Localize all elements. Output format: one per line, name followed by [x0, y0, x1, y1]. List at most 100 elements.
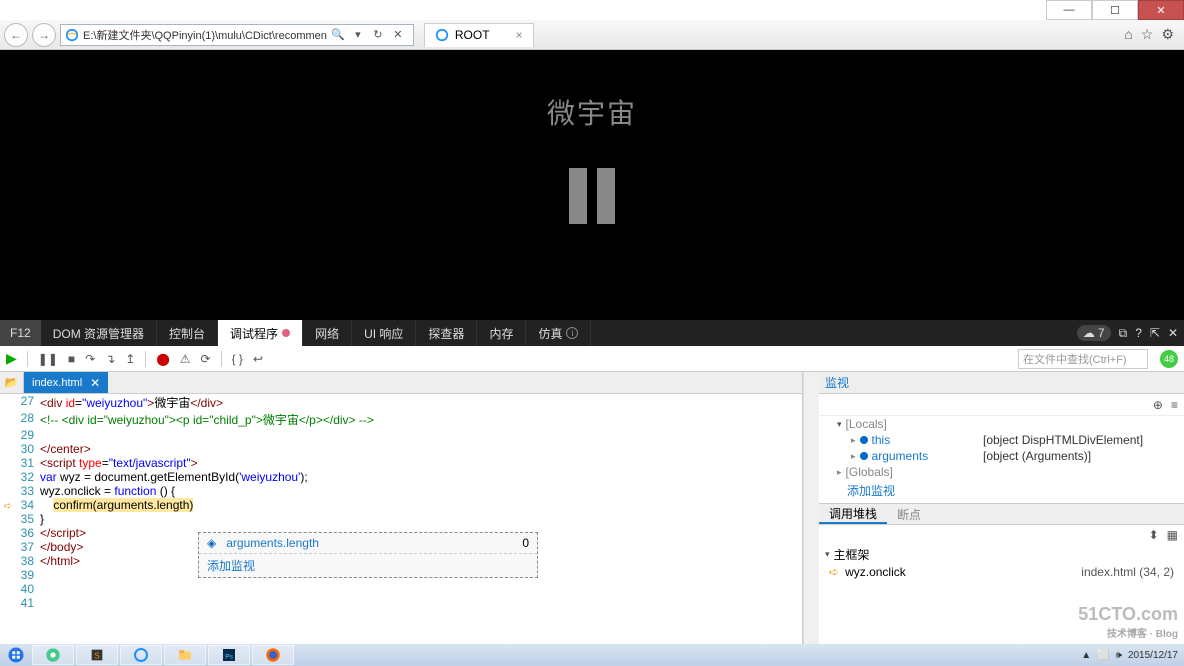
- code-line[interactable]: 27<div id="weiyuzhou">微宇宙</div>: [0, 394, 802, 411]
- system-tray[interactable]: ▲ ⬜ 🕪 2015/12/17: [1081, 650, 1182, 661]
- tray-icon[interactable]: 🕪: [1116, 650, 1122, 661]
- help-icon[interactable]: ?: [1135, 326, 1142, 340]
- refresh-debugger-button[interactable]: ⟳: [201, 352, 211, 366]
- watch-name-arguments[interactable]: arguments: [872, 449, 929, 463]
- notification-pill[interactable]: ☁ 7: [1077, 325, 1111, 341]
- tab-emulation[interactable]: 仿真i: [526, 320, 591, 346]
- step-over-button[interactable]: ↷: [85, 352, 95, 366]
- breakpoint-gutter[interactable]: [0, 582, 16, 596]
- breakpoint-gutter[interactable]: [0, 526, 16, 540]
- expand-icon[interactable]: ▸: [837, 467, 842, 478]
- maximize-button[interactable]: ☐: [1092, 0, 1138, 20]
- code-line[interactable]: 28<!-- <div id="weiyuzhou"><p id="child_…: [0, 411, 802, 428]
- tray-icon[interactable]: ⬜: [1097, 650, 1109, 661]
- devtools-close-icon[interactable]: ✕: [1168, 326, 1178, 340]
- code-line[interactable]: 29: [0, 428, 802, 442]
- code-line[interactable]: 30</center>: [0, 442, 802, 456]
- tab-debugger[interactable]: 调试程序: [218, 320, 303, 346]
- breakpoint-gutter[interactable]: [0, 596, 16, 610]
- pretty-print-button[interactable]: { }: [232, 352, 243, 366]
- tab-memory[interactable]: 内存: [477, 320, 526, 346]
- continue-button[interactable]: ▶: [6, 350, 17, 367]
- stop-icon[interactable]: ✕: [389, 26, 407, 44]
- breakpoint-gutter[interactable]: [0, 512, 16, 526]
- add-watch-link[interactable]: 添加监视: [819, 480, 1184, 503]
- pin-icon[interactable]: ⇱: [1150, 326, 1160, 340]
- file-tab-close-icon[interactable]: ✕: [90, 376, 100, 390]
- breakpoint-gutter[interactable]: [0, 470, 16, 484]
- tab-dom-explorer[interactable]: DOM 资源管理器: [41, 320, 157, 346]
- dropdown-icon[interactable]: ▾: [349, 26, 367, 44]
- breakpoint-toggle[interactable]: ⬤: [156, 352, 169, 366]
- code-line[interactable]: 35}: [0, 512, 802, 526]
- exception-button[interactable]: ⚠: [180, 352, 191, 366]
- file-tab-index[interactable]: index.html ✕: [24, 372, 108, 393]
- undock-icon[interactable]: ⧉: [1119, 326, 1128, 341]
- pause-icon[interactable]: [569, 168, 615, 224]
- step-into-button[interactable]: ↴: [105, 352, 115, 366]
- code-line[interactable]: 32var wyz = document.getElementById('wei…: [0, 470, 802, 484]
- tab-breakpoints[interactable]: 断点: [887, 506, 931, 523]
- find-in-files-input[interactable]: 在文件中查找(Ctrl+F): [1018, 349, 1148, 369]
- taskbar-app-ie[interactable]: [120, 645, 162, 665]
- tab-ui-responsiveness[interactable]: UI 响应: [352, 320, 416, 346]
- pause-button[interactable]: ❚❚: [38, 352, 58, 366]
- code-editor[interactable]: 27<div id="weiyuzhou">微宇宙</div>28<!-- <d…: [0, 394, 802, 644]
- code-line[interactable]: ➪34 confirm(arguments.length): [0, 498, 802, 512]
- tab-network[interactable]: 网络: [303, 320, 352, 346]
- code-line[interactable]: 41: [0, 596, 802, 610]
- search-icon[interactable]: 🔍: [329, 26, 347, 44]
- minimize-button[interactable]: —: [1046, 0, 1092, 20]
- close-button[interactable]: ✕: [1138, 0, 1184, 20]
- tools-icon[interactable]: ⚙: [1161, 26, 1174, 43]
- address-bar[interactable]: E:\新建文件夹\QQPinyin(1)\mulu\CDict\recommen…: [60, 24, 414, 46]
- code-line[interactable]: 40: [0, 582, 802, 596]
- tray-icon[interactable]: ▲: [1081, 650, 1091, 661]
- forward-button[interactable]: →: [32, 23, 56, 47]
- breakpoint-gutter[interactable]: [0, 456, 16, 470]
- stop-button[interactable]: ■: [68, 352, 75, 366]
- favorites-icon[interactable]: ☆: [1141, 26, 1154, 43]
- start-button[interactable]: [2, 645, 30, 665]
- page-heading[interactable]: 微宇宙: [547, 92, 637, 132]
- watch-category-globals[interactable]: [Globals]: [846, 465, 893, 479]
- tab-console[interactable]: 控制台: [157, 320, 218, 346]
- tab-close-icon[interactable]: ×: [516, 28, 523, 42]
- refresh-icon[interactable]: ↻: [369, 26, 387, 44]
- word-wrap-button[interactable]: ↩: [253, 352, 263, 366]
- code-scrollbar[interactable]: [803, 372, 819, 644]
- add-watch-link[interactable]: 添加监视: [199, 554, 537, 577]
- breakpoint-gutter[interactable]: [0, 394, 16, 411]
- open-file-icon[interactable]: 📂: [0, 372, 24, 393]
- breakpoint-gutter[interactable]: [0, 442, 16, 456]
- expand-icon[interactable]: ▾: [825, 549, 830, 560]
- taskbar-app-firefox[interactable]: [252, 645, 294, 665]
- taskbar-app-explorer[interactable]: [164, 645, 206, 665]
- breakpoint-gutter[interactable]: ➪: [0, 498, 16, 512]
- taskbar-app-chrome[interactable]: [32, 645, 74, 665]
- step-out-button[interactable]: ↥: [125, 352, 135, 366]
- home-icon[interactable]: ⌂: [1124, 26, 1132, 43]
- breakpoint-gutter[interactable]: [0, 568, 16, 582]
- watch-category-locals[interactable]: [Locals]: [846, 417, 887, 431]
- code-line[interactable]: 31<script type="text/javascript">: [0, 456, 802, 470]
- code-line[interactable]: 33wyz.onclick = function () {: [0, 484, 802, 498]
- watch-name-this[interactable]: this: [872, 433, 891, 447]
- taskbar-app-photoshop[interactable]: Ps: [208, 645, 250, 665]
- taskbar-app-sublime[interactable]: S: [76, 645, 118, 665]
- async-toggle-icon[interactable]: ⬍: [1149, 528, 1159, 542]
- browser-tab[interactable]: ROOT ×: [424, 23, 534, 47]
- add-watch-icon[interactable]: ⊕: [1153, 398, 1163, 412]
- breakpoint-gutter[interactable]: [0, 484, 16, 498]
- breakpoint-gutter[interactable]: [0, 540, 16, 554]
- expand-icon[interactable]: ▸: [851, 435, 856, 446]
- tab-profiler[interactable]: 探查器: [416, 320, 477, 346]
- tab-callstack[interactable]: 调用堆栈: [819, 505, 887, 524]
- delete-watch-icon[interactable]: ≡: [1171, 398, 1178, 412]
- breakpoint-gutter[interactable]: [0, 411, 16, 428]
- expand-icon[interactable]: ▾: [837, 419, 842, 430]
- back-button[interactable]: ←: [4, 23, 28, 47]
- breakpoint-gutter[interactable]: [0, 554, 16, 568]
- expand-icon[interactable]: ▸: [851, 451, 856, 462]
- frame-toggle-icon[interactable]: ▦: [1167, 528, 1178, 542]
